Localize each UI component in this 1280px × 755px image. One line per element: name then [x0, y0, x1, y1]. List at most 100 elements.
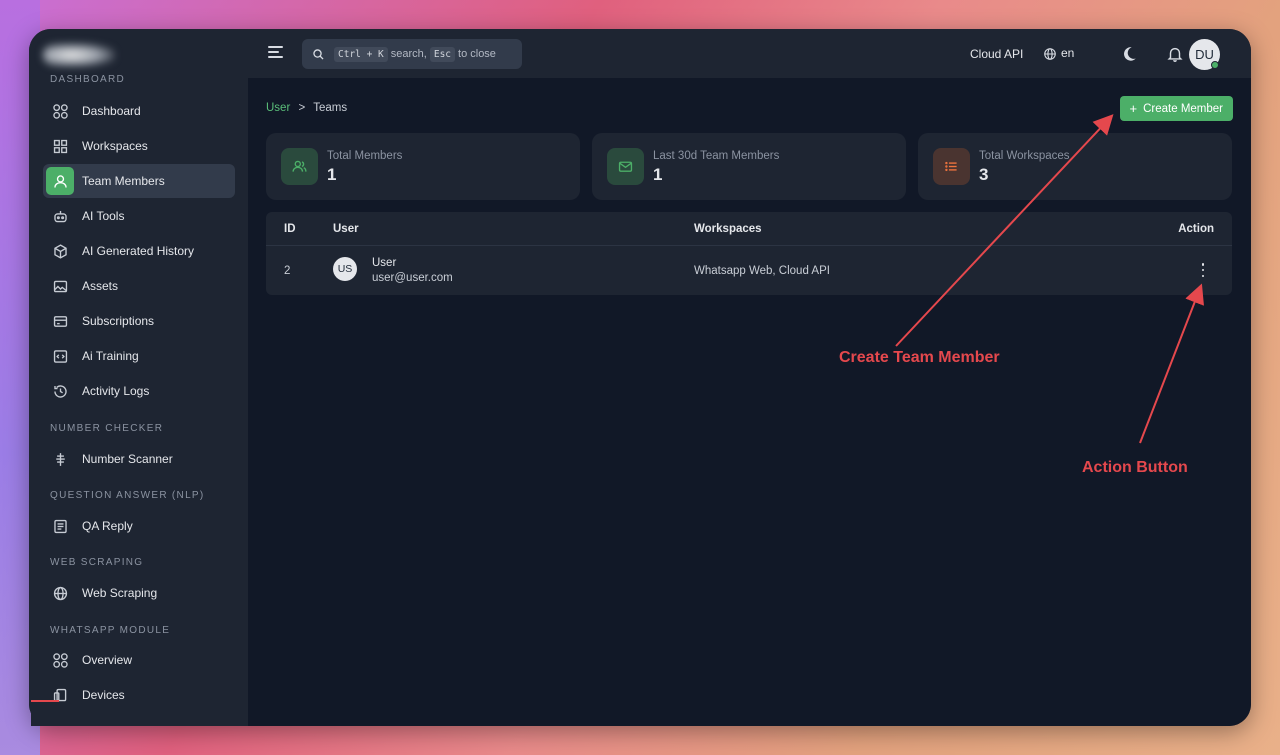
stat-card-last-30d: Last 30d Team Members 1: [592, 133, 906, 200]
history-icon: [46, 377, 74, 405]
search-input[interactable]: Ctrl + K search, Esc to close: [302, 39, 522, 69]
create-member-label: Create Member: [1143, 102, 1223, 115]
sidebar-item-label: Number Scanner: [82, 452, 173, 466]
sidebar-item-label: Subscriptions: [82, 314, 155, 328]
main-content: User > Teams + Create Member Total Membe…: [248, 78, 1251, 726]
column-header-user: User: [333, 223, 359, 235]
user-email: user@user.com: [372, 272, 453, 284]
stat-value: 3: [979, 165, 989, 184]
stat-value: 1: [653, 165, 663, 184]
sidebar-item-activity-logs[interactable]: Activity Logs: [43, 374, 235, 408]
stat-title: Total Members: [327, 150, 403, 162]
sidebar-item-ai-training[interactable]: Ai Training: [43, 339, 235, 373]
sidebar-item-label: Ai Training: [82, 349, 139, 363]
sidebar-item-workspaces[interactable]: Workspaces: [43, 129, 235, 163]
sidebar-item-label: QA Reply: [82, 519, 133, 533]
sidebar: DASHBOARD Dashboard Workspaces Team Memb…: [29, 29, 248, 726]
sidebar-item-label: Devices: [82, 688, 125, 702]
row-action-menu-icon[interactable]: [1200, 263, 1206, 277]
app-window: DASHBOARD Dashboard Workspaces Team Memb…: [29, 29, 1251, 726]
annotation-create-team-member: Create Team Member: [839, 349, 1000, 366]
section-dashboard: DASHBOARD: [50, 74, 126, 85]
search-hint: to close: [458, 48, 496, 60]
cloud-api-link[interactable]: Cloud API: [970, 47, 1023, 61]
table-header: ID User Workspaces Action: [266, 212, 1232, 246]
stat-card-total-members: Total Members 1: [266, 133, 580, 200]
breadcrumb-current: Teams: [313, 102, 348, 114]
column-header-action: Action: [1178, 223, 1214, 235]
annotation-action-button: Action Button: [1082, 459, 1188, 476]
language-selector[interactable]: [1043, 45, 1061, 63]
topbar: Ctrl + K search, Esc to close Cloud API …: [248, 29, 1251, 78]
avatar-initials: DU: [1195, 47, 1214, 62]
sidebar-item-ai-tools[interactable]: AI Tools: [43, 199, 235, 233]
bottom-left-corner: [31, 700, 59, 726]
section-whatsapp-module: WHATSAPP MODULE: [50, 625, 171, 636]
card-icon: [46, 307, 74, 335]
breadcrumb-separator: >: [298, 102, 306, 114]
user-name: User: [372, 257, 397, 269]
cube-icon: [46, 237, 74, 265]
section-web-scraping: WEB SCRAPING: [50, 557, 144, 568]
mail-icon: [607, 148, 644, 185]
sidebar-item-label: Dashboard: [82, 104, 141, 118]
sidebar-item-ai-generated-history[interactable]: AI Generated History: [43, 234, 235, 268]
sidebar-item-dashboard[interactable]: Dashboard: [43, 94, 235, 128]
avatar: US: [333, 257, 357, 281]
sidebar-item-assets[interactable]: Assets: [43, 269, 235, 303]
stat-card-total-workspaces: Total Workspaces 3: [918, 133, 1232, 200]
create-member-button[interactable]: + Create Member: [1119, 96, 1233, 121]
sidebar-item-devices[interactable]: Devices: [43, 678, 235, 712]
app-logo: [43, 43, 115, 67]
search-icon: [313, 48, 324, 60]
column-header-id: ID: [284, 223, 296, 235]
robot-icon: [46, 202, 74, 230]
sidebar-item-team-members[interactable]: Team Members: [43, 164, 235, 198]
sidebar-item-label: Team Members: [82, 174, 165, 188]
shortcut-key: Esc: [429, 46, 456, 62]
section-number-checker: NUMBER CHECKER: [50, 423, 164, 434]
sidebar-item-label: AI Tools: [82, 209, 125, 223]
image-icon: [46, 272, 74, 300]
online-status-dot: [1211, 61, 1219, 69]
language-label[interactable]: en: [1061, 46, 1074, 60]
stat-value: 1: [327, 165, 337, 184]
sidebar-item-number-scanner[interactable]: Number Scanner: [43, 442, 235, 476]
sidebar-item-overview[interactable]: Overview: [43, 643, 235, 677]
breadcrumb: User > Teams: [266, 102, 347, 114]
sidebar-item-web-scraping[interactable]: Web Scraping: [43, 576, 235, 610]
sidebar-item-qa-reply[interactable]: QA Reply: [43, 509, 235, 543]
team-members-table: ID User Workspaces Action 2 US User user…: [266, 212, 1232, 295]
globe-icon: [1044, 48, 1056, 60]
column-header-workspaces: Workspaces: [694, 223, 762, 235]
user-avatar[interactable]: DU: [1189, 39, 1220, 70]
grid-icon: [46, 132, 74, 160]
plus-icon: +: [1129, 101, 1138, 116]
sidebar-item-label: Web Scraping: [82, 586, 158, 600]
code-icon: [46, 342, 74, 370]
dashboard-icon: [46, 646, 74, 674]
sidebar-item-label: AI Generated History: [82, 244, 195, 258]
list-icon: [933, 148, 970, 185]
stat-title: Total Workspaces: [979, 150, 1070, 162]
row-id: 2: [284, 265, 291, 277]
search-hint: search,: [390, 48, 427, 60]
sidebar-item-subscriptions[interactable]: Subscriptions: [43, 304, 235, 338]
moon-icon[interactable]: [1120, 45, 1138, 63]
avatar-initials: US: [337, 263, 353, 275]
bottom-left-accent: [31, 700, 59, 702]
breadcrumb-home-link[interactable]: User: [266, 102, 290, 114]
sidebar-item-label: Workspaces: [82, 139, 148, 153]
bell-icon[interactable]: [1166, 45, 1184, 63]
shortcut-key: Ctrl + K: [334, 46, 388, 62]
globe-icon: [46, 579, 74, 607]
scanner-icon: [46, 445, 74, 473]
sidebar-item-label: Activity Logs: [82, 384, 150, 398]
sidebar-item-label: Overview: [82, 653, 133, 667]
dashboard-icon: [46, 97, 74, 125]
document-icon: [46, 512, 74, 540]
user-workspaces: Whatsapp Web, Cloud API: [694, 265, 830, 277]
section-question-answer: QUESTION ANSWER (NLP): [50, 490, 205, 501]
sidebar-item-label: Assets: [82, 279, 119, 293]
menu-toggle-icon[interactable]: [268, 46, 283, 60]
